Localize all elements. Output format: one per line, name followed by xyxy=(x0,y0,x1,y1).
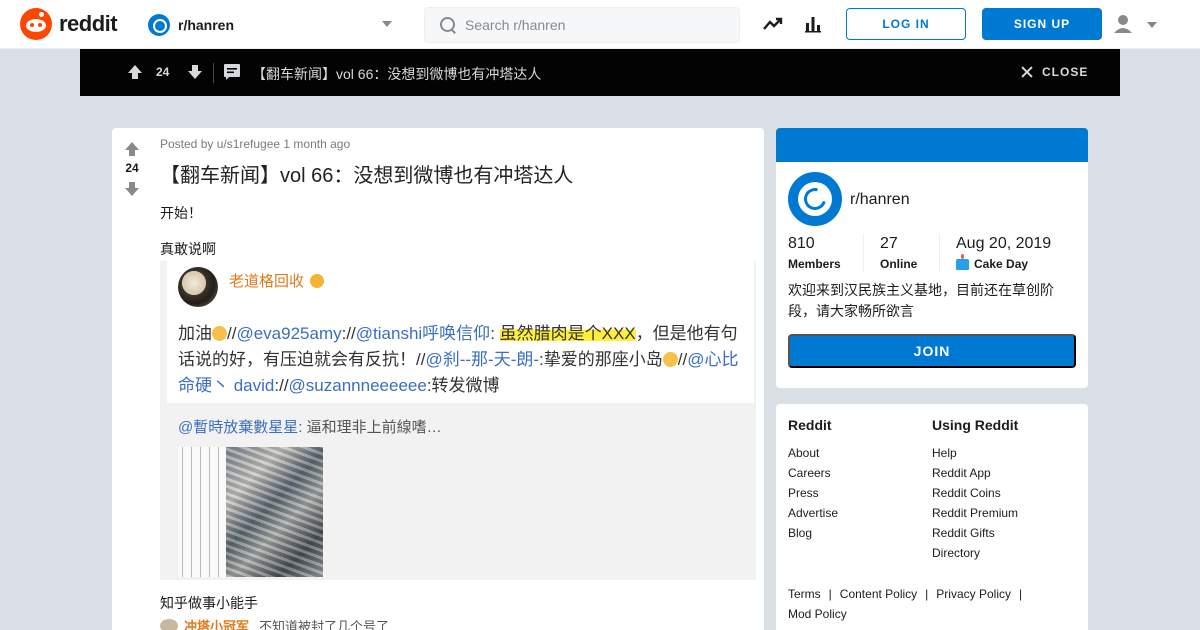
vote-count: 24 xyxy=(125,161,139,175)
footer-link-advertise[interactable]: Advertise xyxy=(788,503,838,523)
footer-link-reddit-premium[interactable]: Reddit Premium xyxy=(932,503,1018,523)
weibo-reply: @暫時放棄數星星: 逼和理非上前線嗜… xyxy=(178,419,442,436)
join-button[interactable]: JOIN xyxy=(788,334,1076,368)
community-card: r/hanren 810 Members 27 Online Aug 20, 2… xyxy=(776,128,1088,388)
search-input[interactable] xyxy=(465,17,725,33)
footer-link-reddit-app[interactable]: Reddit App xyxy=(932,463,1018,483)
subreddit-name: r/hanren xyxy=(178,17,235,33)
legal-links: Terms | Content Policy | Privacy Policy | Mod … xyxy=(788,587,1023,621)
post-bar-title: 【翻车新闻】vol 66：没想到微博也有冲塔达人 xyxy=(252,66,542,82)
footer-link-blog[interactable]: Blog xyxy=(788,523,838,543)
footer-links-card: Reddit About Careers Press Advertise Blo… xyxy=(776,404,1088,630)
post-score: 24 xyxy=(156,65,170,79)
weibo-text-line: 命硬丶 david://@suzannneeeeee:转发微博 xyxy=(178,376,500,395)
footer-link-careers[interactable]: Careers xyxy=(788,463,838,483)
subreddit-dropdown[interactable]: r/hanren xyxy=(148,12,398,38)
vote-column: 24 xyxy=(112,128,152,630)
footer-link-help[interactable]: Help xyxy=(932,443,1018,463)
members-stat: 810 Members xyxy=(788,235,841,271)
divider xyxy=(213,63,214,83)
community-icon xyxy=(148,14,170,36)
avatar xyxy=(160,619,178,630)
reddit-links: Reddit About Careers Press Advertise Blo… xyxy=(788,417,838,543)
post-paragraph: 开始！ xyxy=(160,205,202,221)
close-label: CLOSE xyxy=(1042,65,1089,79)
popular-chart-icon[interactable] xyxy=(801,12,825,36)
emoji-icon xyxy=(310,274,325,288)
cake-day-stat: Aug 20, 2019 Cake Day xyxy=(956,235,1052,271)
weibo-text-line: 加油//@eva925amy://@tianshi呼唤信仰: 虽然腊肉是个XXX… xyxy=(178,324,738,343)
weibo-text-line: 话说的好，有压迫就会有反抗！//@刹--那-天-朗-:挚爱的那座小岛//@心比 xyxy=(178,350,739,369)
using-reddit-links: Using Reddit Help Reddit App Reddit Coin… xyxy=(932,417,1018,563)
trending-icon[interactable] xyxy=(761,12,785,36)
community-description: 欢迎来到汉民族主义基地，目前还在草创阶段，请大家畅所欲言 xyxy=(788,282,1054,319)
comment-icon xyxy=(223,63,241,86)
post-top-bar: 24 【翻车新闻】vol 66：没想到微博也有冲塔达人 CLOSE xyxy=(80,49,1120,96)
community-name[interactable]: r/hanren xyxy=(850,191,910,209)
post-title: 【翻车新闻】vol 66：没想到微博也有冲塔达人 xyxy=(160,165,574,187)
footer-link-press[interactable]: Press xyxy=(788,483,838,503)
footer-link-content-policy[interactable]: Content Policy xyxy=(840,587,917,601)
footer-link-reddit-coins[interactable]: Reddit Coins xyxy=(932,483,1018,503)
upvote-icon[interactable] xyxy=(126,63,144,86)
login-button[interactable]: LOG IN xyxy=(846,8,966,40)
search-icon xyxy=(439,16,457,34)
emoji-icon xyxy=(212,326,227,341)
footer-link-about[interactable]: About xyxy=(788,443,838,463)
post-meta: Posted by u/s1refugee 1 month ago xyxy=(160,137,351,151)
user-menu-dropdown[interactable] xyxy=(1112,12,1162,36)
signup-button[interactable]: SIGN UP xyxy=(982,8,1102,40)
post-card: 24 Posted by u/s1refugee 1 month ago 【翻车… xyxy=(112,128,764,630)
close-button[interactable]: CLOSE xyxy=(1020,65,1088,79)
downvote-icon[interactable] xyxy=(186,63,204,86)
reddit-snoo-icon xyxy=(20,8,52,40)
logo-text: reddit xyxy=(59,11,118,36)
community-banner xyxy=(776,128,1088,162)
downvote-icon[interactable] xyxy=(123,180,141,203)
top-header: reddit r/hanren LOG IN SIGN UP xyxy=(0,0,1200,49)
weibo-image-thumbnail xyxy=(178,447,323,577)
footer-link-terms[interactable]: Terms xyxy=(788,587,821,601)
user-icon xyxy=(1114,15,1157,33)
post-paragraph: 知乎做事小能手 xyxy=(160,595,258,611)
community-icon xyxy=(788,172,842,226)
search-bar[interactable] xyxy=(424,7,740,43)
avatar xyxy=(178,267,218,307)
footer-link-privacy-policy[interactable]: Privacy Policy xyxy=(936,587,1011,601)
online-stat: 27 Online xyxy=(880,235,918,271)
footer-link-reddit-gifts[interactable]: Reddit Gifts xyxy=(932,523,1018,543)
embedded-screenshot[interactable]: 老道格回收 加油//@eva925amy://@tianshi呼唤信仰: 虽然腊… xyxy=(160,261,756,580)
reddit-logo[interactable]: reddit xyxy=(20,8,118,40)
close-icon xyxy=(1020,65,1034,79)
weibo-username: 老道格回收 xyxy=(229,270,325,291)
upvote-icon[interactable] xyxy=(123,140,141,163)
cake-icon xyxy=(956,253,969,270)
footer-link-directory[interactable]: Directory xyxy=(932,543,1018,563)
emoji-icon xyxy=(662,352,678,367)
footer-link-mod-policy[interactable]: Mod Policy xyxy=(788,607,847,621)
post-paragraph: 真敢说啊 xyxy=(160,241,216,257)
chevron-down-icon xyxy=(382,21,392,27)
weibo-post: 老道格回收 加油//@eva925amy://@tianshi呼唤信仰: 虽然腊… xyxy=(167,261,754,403)
embedded-next-line: 冲塔小冠军 不知道被封了几个号了 xyxy=(160,616,389,630)
